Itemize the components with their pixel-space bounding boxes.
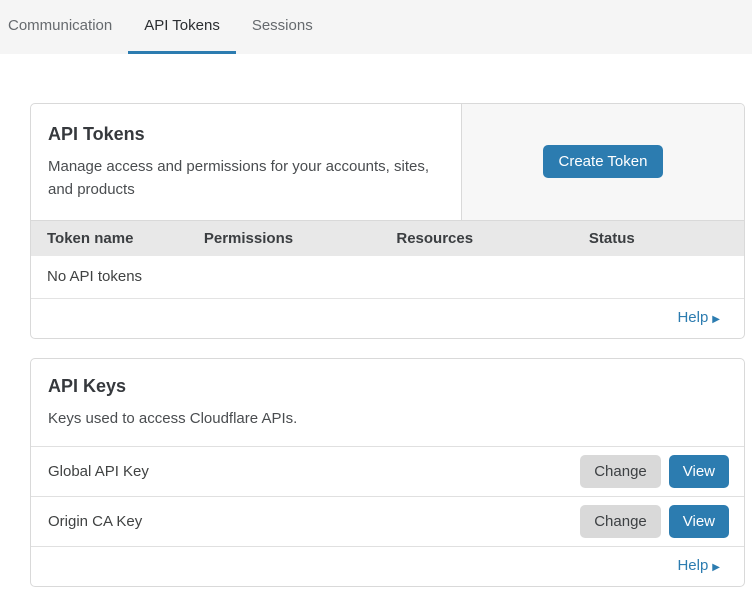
api-tokens-help-row: Help ▶: [31, 299, 744, 338]
api-keys-description: Keys used to access Cloudflare APIs.: [48, 407, 438, 430]
api-tokens-card-header-text: API Tokens Manage access and permissions…: [31, 104, 461, 220]
help-link-label: Help: [677, 309, 708, 326]
help-link-label: Help: [677, 557, 708, 574]
tab-api-tokens[interactable]: API Tokens: [128, 0, 236, 54]
column-header-token-name: Token name: [31, 221, 188, 256]
origin-ca-key-label: Origin CA Key: [48, 513, 580, 530]
origin-ca-key-view-button[interactable]: View: [669, 505, 729, 538]
page-content: API Tokens Manage access and permissions…: [0, 54, 752, 587]
api-keys-title: API Keys: [48, 376, 727, 397]
api-keys-card: API Keys Keys used to access Cloudflare …: [30, 358, 745, 587]
api-tokens-card-header-action: Create Token: [461, 104, 744, 220]
api-tokens-description: Manage access and permissions for your a…: [48, 155, 437, 202]
tokens-table-header: Token name Permissions Resources Status: [31, 221, 744, 256]
tab-sessions[interactable]: Sessions: [236, 0, 329, 54]
help-arrow-icon: ▶: [712, 314, 720, 325]
global-api-key-change-button[interactable]: Change: [580, 455, 661, 488]
api-tokens-help-link[interactable]: Help ▶: [677, 309, 720, 326]
api-tokens-card: API Tokens Manage access and permissions…: [30, 103, 745, 339]
create-token-button[interactable]: Create Token: [543, 145, 664, 178]
api-tokens-title: API Tokens: [48, 124, 437, 145]
origin-ca-key-actions: Change View: [580, 505, 729, 538]
help-arrow-icon: ▶: [712, 562, 720, 573]
global-api-key-actions: Change View: [580, 455, 729, 488]
api-tokens-card-header: API Tokens Manage access and permissions…: [31, 104, 744, 221]
origin-ca-key-change-button[interactable]: Change: [580, 505, 661, 538]
api-keys-card-header: API Keys Keys used to access Cloudflare …: [31, 359, 744, 446]
api-keys-help-link[interactable]: Help ▶: [677, 557, 720, 574]
column-header-status: Status: [573, 221, 744, 256]
global-api-key-label: Global API Key: [48, 463, 580, 480]
column-header-permissions: Permissions: [188, 221, 381, 256]
global-api-key-view-button[interactable]: View: [669, 455, 729, 488]
tokens-empty-message: No API tokens: [31, 256, 744, 299]
origin-ca-key-row: Origin CA Key Change View: [31, 496, 744, 546]
global-api-key-row: Global API Key Change View: [31, 446, 744, 496]
tab-communication[interactable]: Communication: [8, 0, 128, 54]
api-keys-help-row: Help ▶: [31, 546, 744, 586]
tab-bar: Communication API Tokens Sessions: [0, 0, 752, 54]
column-header-resources: Resources: [380, 221, 573, 256]
